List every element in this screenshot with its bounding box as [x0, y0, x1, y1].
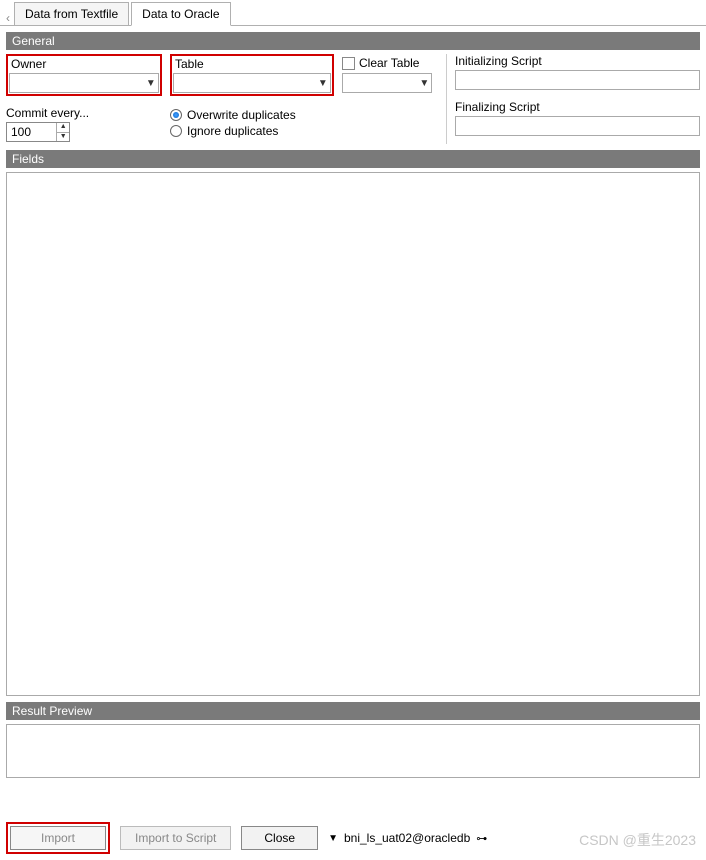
import-to-script-label: Import to Script [135, 831, 216, 845]
import-button[interactable]: Import [10, 826, 106, 850]
table-input[interactable] [174, 76, 316, 90]
clear-table-combo[interactable]: ▼ [342, 73, 432, 93]
result-preview-box[interactable] [6, 724, 700, 778]
import-button-label: Import [41, 831, 75, 845]
radio-selected-icon [170, 109, 182, 121]
commit-every-input[interactable] [7, 123, 56, 141]
connection-label: bni_ls_uat02@oracledb [344, 831, 470, 845]
import-button-highlight: Import [6, 822, 110, 854]
close-button[interactable]: Close [241, 826, 318, 850]
owner-input[interactable] [10, 76, 144, 90]
spinner-down-icon[interactable]: ▼ [57, 133, 69, 142]
clear-table-label: Clear Table [359, 56, 419, 70]
tab-data-from-textfile[interactable]: Data from Textfile [14, 2, 129, 25]
section-general-header: General [6, 32, 700, 50]
table-field-highlight: Table ▼ [170, 54, 334, 96]
radio-icon [170, 125, 182, 137]
section-fields-header: Fields [6, 150, 700, 168]
owner-label: Owner [9, 57, 159, 71]
owner-field-highlight: Owner ▼ [6, 54, 162, 96]
fields-grid[interactable] [6, 172, 700, 696]
init-script-label: Initializing Script [455, 54, 700, 68]
tab-data-to-oracle[interactable]: Data to Oracle [131, 2, 230, 26]
close-button-label: Close [264, 831, 295, 845]
general-panel: Owner ▼ Commit every... ▲ ▼ Table ▼ [0, 54, 706, 144]
table-combo[interactable]: ▼ [173, 73, 331, 93]
chevron-down-icon[interactable]: ▼ [144, 78, 158, 89]
tab-label: Data to Oracle [142, 7, 219, 21]
table-label: Table [173, 57, 331, 71]
left-chevron-icon[interactable]: ‹ [2, 11, 14, 25]
commit-every-spinner[interactable]: ▲ ▼ [6, 122, 70, 142]
chevron-down-icon: ▼ [328, 833, 338, 844]
section-general-title: General [12, 34, 55, 48]
bottom-toolbar: Import Import to Script Close ▼ bni_ls_u… [6, 822, 700, 854]
tab-strip: ‹ Data from Textfile Data to Oracle [0, 0, 706, 26]
checkbox-icon [342, 57, 355, 70]
import-to-script-button[interactable]: Import to Script [120, 826, 231, 850]
tab-label: Data from Textfile [25, 7, 118, 21]
spinner-up-icon[interactable]: ▲ [57, 123, 69, 133]
overwrite-duplicates-radio[interactable]: Overwrite duplicates [170, 108, 334, 122]
chevron-down-icon[interactable]: ▼ [316, 78, 330, 89]
section-result-title: Result Preview [12, 704, 92, 718]
section-fields-title: Fields [12, 152, 44, 166]
clear-table-combo-input[interactable] [343, 76, 418, 90]
ignore-duplicates-label: Ignore duplicates [187, 124, 278, 138]
overwrite-duplicates-label: Overwrite duplicates [187, 108, 296, 122]
commit-every-label: Commit every... [6, 106, 162, 120]
connection-selector[interactable]: ▼ bni_ls_uat02@oracledb ⊶ [328, 831, 487, 845]
ignore-duplicates-radio[interactable]: Ignore duplicates [170, 124, 334, 138]
final-script-label: Finalizing Script [455, 100, 700, 114]
owner-combo[interactable]: ▼ [9, 73, 159, 93]
final-script-input[interactable] [455, 116, 700, 136]
divider [446, 54, 447, 144]
section-result-header: Result Preview [6, 702, 700, 720]
init-script-input[interactable] [455, 70, 700, 90]
chevron-down-icon[interactable]: ▼ [418, 78, 431, 89]
pin-icon[interactable]: ⊶ [476, 832, 487, 845]
clear-table-checkbox[interactable]: Clear Table [342, 56, 419, 70]
